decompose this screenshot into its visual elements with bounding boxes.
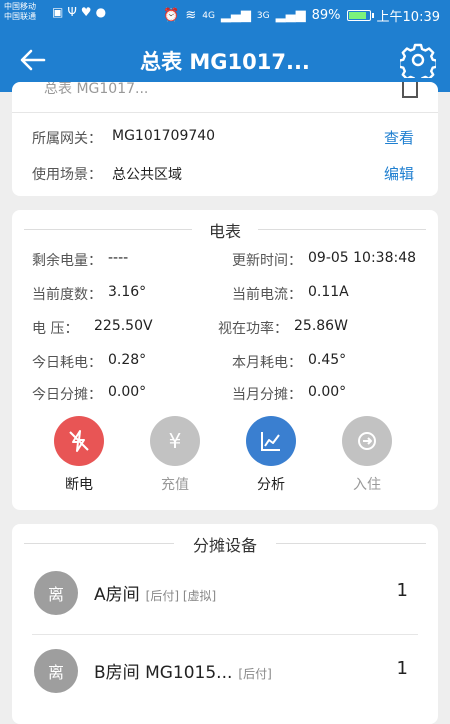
update-time-label: 更新时间：: [232, 253, 302, 269]
status-right: ⏰ ≋ 4G ▂▄▆ 3G ▂▄▆ 89% 上午10:39: [163, 6, 440, 25]
today-usage-label: 今日耗电：: [32, 355, 102, 371]
room-count: 1: [396, 580, 408, 601]
room-count: 1: [396, 658, 408, 679]
divider: [258, 229, 426, 230]
carrier-info: 中国移动 中国联通: [4, 2, 36, 22]
power-off-icon: [54, 416, 104, 466]
recharge-button[interactable]: ¥ 充值: [130, 416, 220, 494]
power-off-label: 断电: [65, 477, 93, 493]
meter-section-title: 电表: [208, 222, 241, 241]
month-share-label: 当月分摊：: [232, 387, 302, 403]
room-name: A房间 [后付] [虚拟]: [94, 580, 216, 605]
analysis-button[interactable]: 分析: [226, 416, 316, 494]
signal-2-icon: ▂▄▆: [275, 8, 306, 23]
meter-card: 电表 剩余电量： ---- 更新时间： 09-05 10:38:48 当前度数：…: [12, 210, 438, 510]
devices-section-title: 分摊设备: [192, 536, 257, 555]
month-usage-value: 0.45°: [308, 352, 347, 368]
room-tags: [后付] [虚拟]: [145, 589, 217, 603]
signal-icon: ▂▄▆: [220, 8, 251, 23]
edit-scene-link[interactable]: 编辑: [384, 163, 414, 184]
room-name: B房间 MG1015... [后付]: [94, 658, 272, 683]
gateway-value: MG101709740: [112, 128, 216, 144]
gateway-label: 所属网关：: [32, 131, 102, 147]
check-in-label: 入住: [353, 477, 381, 493]
usb-icon: Ψ: [67, 5, 81, 19]
current-reading-value: 3.16°: [108, 284, 147, 300]
chart-icon: [246, 416, 296, 466]
current-current-value: 0.11A: [308, 284, 349, 300]
notification-icons: ▣Ψ♥●: [52, 5, 110, 19]
analysis-label: 分析: [257, 477, 285, 493]
list-item[interactable]: 离 A房间 [后付] [虚拟] 1: [12, 558, 438, 628]
list-item[interactable]: 离 B房间 MG1015... [后付] 1: [12, 636, 438, 706]
alarm-icon: ⏰: [163, 8, 180, 23]
avatar: 离: [34, 571, 78, 615]
status-bar: 中国移动 中国联通 ▣Ψ♥● ⏰ ≋ 4G ▂▄▆ 3G ▂▄▆ 89% 上午1…: [0, 0, 450, 28]
chat-icon: ●: [95, 5, 111, 19]
gear-icon[interactable]: [400, 42, 436, 78]
divider: [276, 543, 426, 544]
signal-1-label: 4G: [202, 10, 215, 21]
recharge-label: 充值: [161, 477, 189, 493]
month-share-value: 0.00°: [308, 384, 347, 400]
month-usage-label: 本月耗电：: [232, 355, 302, 371]
meter-actions: 断电 ¥ 充值 分析 入住: [12, 416, 438, 506]
carrier-1: 中国移动: [4, 2, 36, 11]
apparent-power-value: 25.86W: [294, 318, 348, 334]
gateway-card: 总表 MG1017... 所属网关： MG101709740 查看 使用场景： …: [12, 82, 438, 196]
signal-2-label: 3G: [256, 10, 270, 21]
today-share-label: 今日分摊：: [32, 387, 102, 403]
room-tags: [后付]: [238, 667, 272, 681]
current-current-label: 当前电流：: [232, 287, 302, 303]
check-in-button[interactable]: 入住: [322, 416, 412, 494]
divider: [32, 634, 418, 635]
divider: [12, 112, 438, 113]
check-in-icon: [342, 416, 392, 466]
share-icon[interactable]: [402, 82, 418, 98]
scene-label: 使用场景：: [32, 167, 102, 183]
page-title: 总表 MG1017...: [140, 50, 310, 74]
clock: 上午10:39: [376, 10, 440, 25]
today-usage-value: 0.28°: [108, 352, 147, 368]
remaining-power-label: 剩余电量：: [32, 253, 102, 269]
room-name-text: A房间: [94, 585, 140, 605]
yen-icon: ¥: [150, 416, 200, 466]
apparent-power-label: 视在功率：: [218, 321, 288, 337]
power-off-button[interactable]: 断电: [34, 416, 124, 494]
voltage-value: 225.50V: [94, 318, 153, 334]
update-time-value: 09-05 10:38:48: [308, 250, 417, 266]
voltage-label: 电 压：: [32, 321, 79, 337]
wifi-icon: ≋: [185, 8, 197, 23]
current-reading-label: 当前度数：: [32, 287, 102, 303]
remaining-power-value: ----: [108, 250, 129, 266]
heart-icon: ♥: [80, 5, 96, 19]
carrier-2: 中国联通: [4, 12, 36, 21]
battery-icon: [346, 10, 374, 21]
today-share-value: 0.00°: [108, 384, 147, 400]
view-gateway-link[interactable]: 查看: [384, 127, 414, 148]
scene-value: 总公共区域: [112, 167, 182, 183]
battery-percent: 89%: [311, 8, 341, 23]
clipped-meter-name: 总表 MG1017...: [44, 82, 149, 97]
clipped-header-row: 总表 MG1017...: [32, 82, 432, 112]
room-name-text: B房间 MG1015...: [94, 663, 233, 683]
devices-card: 分摊设备 离 A房间 [后付] [虚拟] 1 离 B房间 MG1015... [后付…: [12, 524, 438, 724]
avatar: 离: [34, 649, 78, 693]
image-icon: ▣: [52, 5, 68, 19]
